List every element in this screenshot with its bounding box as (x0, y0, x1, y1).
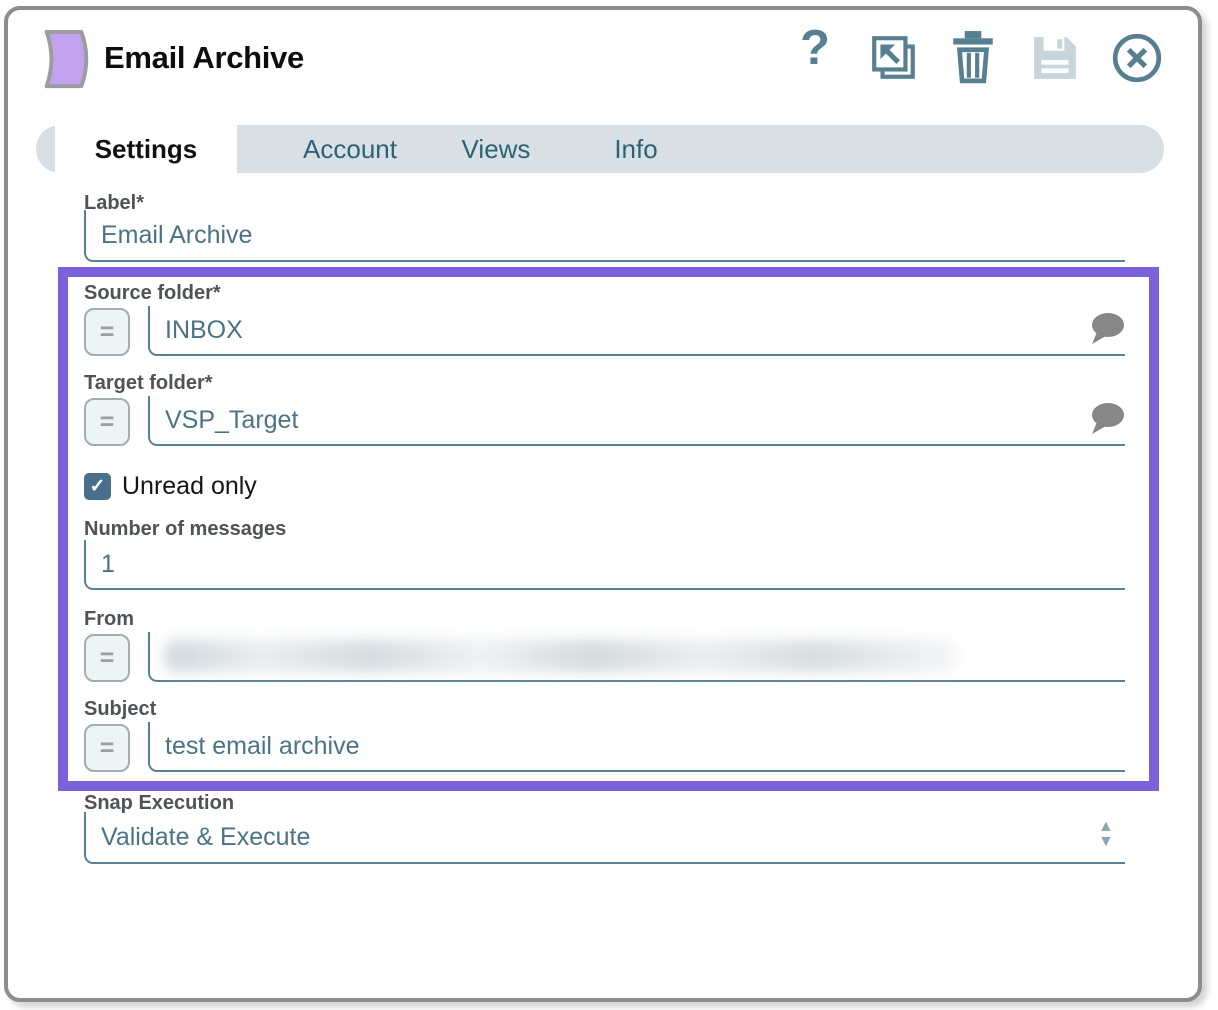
tab-account[interactable]: Account (257, 125, 443, 173)
tab-bar: Settings Account Views Info (36, 125, 1164, 173)
page-title: Email Archive (104, 40, 304, 76)
tab-views[interactable]: Views (423, 125, 569, 173)
help-icon[interactable]: ? (800, 24, 830, 73)
number-of-messages-input[interactable]: 1 (84, 540, 1125, 590)
number-of-messages-label: Number of messages (84, 518, 286, 541)
tab-info[interactable]: Info (576, 125, 696, 173)
target-folder-expression-toggle[interactable]: = (84, 398, 130, 446)
tab-settings[interactable]: Settings (55, 125, 237, 173)
close-icon[interactable] (1110, 31, 1164, 85)
label-input[interactable]: Email Archive (84, 210, 1125, 262)
from-expression-toggle[interactable]: = (84, 634, 130, 682)
export-icon[interactable] (869, 33, 919, 83)
source-folder-expression-toggle[interactable]: = (84, 308, 130, 356)
spinner-arrows-icon[interactable]: ▲ ▼ (1098, 819, 1114, 849)
snap-execution-select[interactable]: Validate & Execute (84, 812, 1125, 864)
subject-label: Subject (84, 698, 156, 721)
unread-only-label: Unread only (122, 472, 257, 501)
trash-icon[interactable] (948, 30, 998, 84)
target-folder-input[interactable]: VSP_Target (148, 396, 1125, 446)
spinner-up-icon[interactable]: ▲ (1098, 819, 1114, 834)
unread-only-checkbox[interactable]: ✓ (84, 473, 111, 500)
from-value-redacted (165, 640, 957, 672)
subject-input[interactable]: test email archive (148, 722, 1125, 772)
save-icon[interactable] (1030, 33, 1080, 83)
spinner-down-icon[interactable]: ▼ (1098, 834, 1114, 849)
source-folder-comment-icon[interactable] (1088, 312, 1126, 346)
source-folder-input[interactable]: INBOX (148, 306, 1125, 356)
source-folder-label: Source folder* (84, 282, 221, 305)
target-folder-comment-icon[interactable] (1088, 402, 1126, 436)
target-folder-label: Target folder* (84, 372, 213, 395)
from-label: From (84, 608, 134, 631)
snap-settings-dialog: Email Archive ? (0, 0, 1218, 1010)
subject-expression-toggle[interactable]: = (84, 724, 130, 772)
from-input[interactable] (148, 632, 1125, 682)
snap-shape-icon (34, 26, 96, 92)
